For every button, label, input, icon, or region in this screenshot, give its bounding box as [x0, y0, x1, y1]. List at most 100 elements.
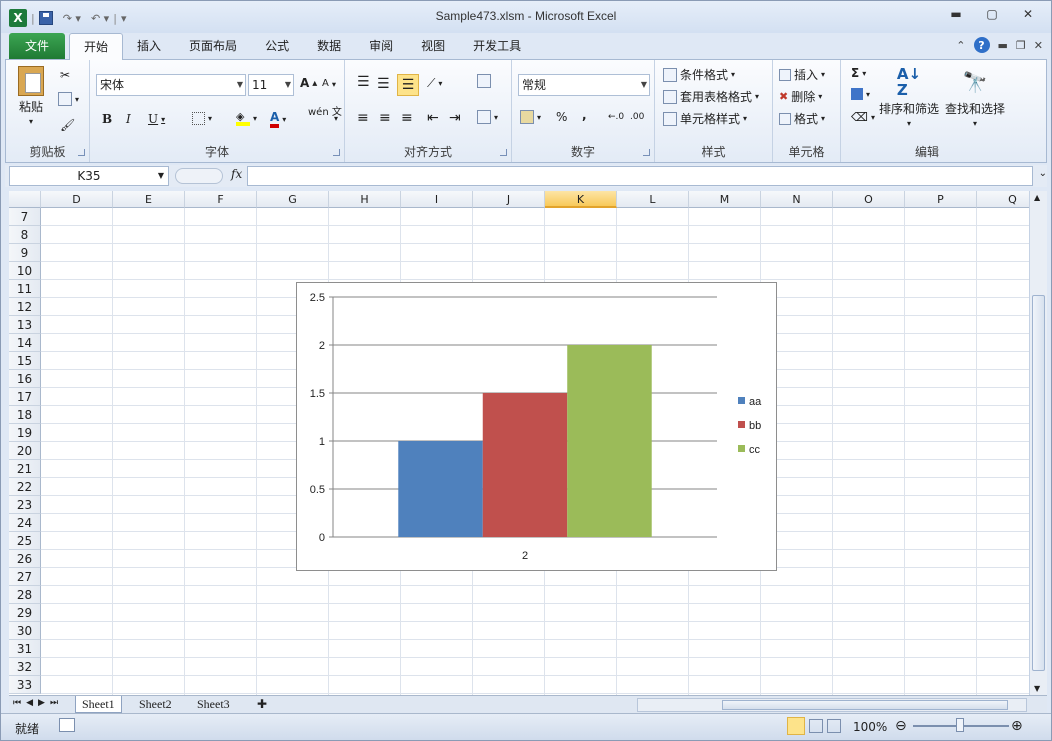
vertical-scroll-thumb[interactable]	[1032, 295, 1045, 671]
increase-decimal-icon[interactable]: ←.0	[608, 112, 624, 122]
fill-color-button[interactable]: ◈ ▾	[236, 110, 257, 126]
percent-button[interactable]: %	[556, 110, 567, 124]
format-cells-button[interactable]: 格式 ▾	[779, 110, 825, 127]
row-header-16[interactable]: 16	[9, 370, 41, 388]
row-header-20[interactable]: 20	[9, 442, 41, 460]
close-button[interactable]: ✕	[1013, 7, 1043, 25]
number-launcher-icon[interactable]	[643, 149, 650, 156]
horizontal-scroll-thumb[interactable]	[722, 700, 1008, 710]
scroll-up-icon[interactable]: ▲	[1034, 193, 1040, 202]
formula-input[interactable]	[247, 166, 1033, 186]
collapse-ribbon-icon[interactable]: ⌃	[956, 39, 965, 52]
row-header-33[interactable]: 33	[9, 676, 41, 694]
row-header-8[interactable]: 8	[9, 226, 41, 244]
font-size-combo[interactable]: 11 ▼	[248, 74, 294, 96]
increase-indent-icon[interactable]: ⇥	[449, 110, 461, 126]
align-bottom-icon[interactable]: ☰	[397, 74, 419, 96]
row-header-18[interactable]: 18	[9, 406, 41, 424]
tab-formulas[interactable]: 公式	[251, 33, 303, 59]
scroll-down-icon[interactable]: ▼	[1034, 684, 1040, 693]
name-box[interactable]: K35 ▼	[9, 166, 169, 186]
row-header-14[interactable]: 14	[9, 334, 41, 352]
clipboard-launcher-icon[interactable]	[78, 149, 85, 156]
vertical-scrollbar[interactable]: ▲ ▼	[1029, 191, 1047, 695]
row-header-17[interactable]: 17	[9, 388, 41, 406]
paste-button[interactable]: 粘贴 ▾	[18, 66, 44, 126]
column-header-i[interactable]: I	[401, 191, 473, 208]
comma-button[interactable]: ,	[582, 108, 587, 122]
row-header-32[interactable]: 32	[9, 658, 41, 676]
cell-styles-button[interactable]: 单元格样式 ▾	[663, 110, 747, 127]
help-icon[interactable]: ?	[973, 37, 990, 53]
column-header-h[interactable]: H	[329, 191, 401, 208]
column-header-n[interactable]: N	[761, 191, 833, 208]
row-header-12[interactable]: 12	[9, 298, 41, 316]
shrink-font-button[interactable]: A ▾	[322, 78, 336, 89]
align-right-icon[interactable]: ≡	[401, 110, 413, 126]
row-header-21[interactable]: 21	[9, 460, 41, 478]
doc-restore-icon[interactable]: ❐	[1016, 39, 1026, 52]
row-header-31[interactable]: 31	[9, 640, 41, 658]
maximize-button[interactable]: ▢	[977, 7, 1007, 25]
bar-chart[interactable]: 0 0.5 1 1.5 2 2.5 2 aa bb cc	[296, 282, 777, 571]
autosum-button[interactable]: Σ ▾	[851, 66, 866, 80]
copy-icon[interactable]: ▾	[58, 92, 79, 106]
insert-function-button[interactable]: fx	[231, 167, 242, 181]
normal-view-icon[interactable]	[787, 717, 805, 735]
row-header-28[interactable]: 28	[9, 586, 41, 604]
sheet-tab-3[interactable]: Sheet3	[191, 696, 236, 713]
zoom-slider-thumb[interactable]	[956, 718, 964, 732]
sort-filter-button[interactable]: A↓ Z 排序和筛选 ▾	[879, 66, 939, 128]
sheet-tab-1[interactable]: Sheet1	[75, 696, 122, 713]
cut-icon[interactable]: ✂	[60, 68, 70, 82]
bold-button[interactable]: B	[102, 112, 112, 126]
column-header-p[interactable]: P	[905, 191, 977, 208]
tab-view[interactable]: 视图	[407, 33, 459, 59]
row-header-13[interactable]: 13	[9, 316, 41, 334]
sheet-nav-icon[interactable]: ⏮◀▶⏭	[13, 698, 63, 708]
tab-developer[interactable]: 开发工具	[459, 33, 535, 59]
row-header-24[interactable]: 24	[9, 514, 41, 532]
conditional-format-button[interactable]: 条件格式 ▾	[663, 66, 735, 83]
row-header-7[interactable]: 7	[9, 208, 41, 226]
row-header-29[interactable]: 29	[9, 604, 41, 622]
column-header-d[interactable]: D	[41, 191, 113, 208]
row-header-11[interactable]: 11	[9, 280, 41, 298]
insert-cells-button[interactable]: 插入 ▾	[779, 66, 825, 83]
select-all-corner[interactable]	[9, 191, 41, 208]
tab-insert[interactable]: 插入	[123, 33, 175, 59]
row-header-23[interactable]: 23	[9, 496, 41, 514]
expand-formula-icon[interactable]: ⌄	[1039, 168, 1047, 179]
minimize-button[interactable]: ▬	[941, 7, 971, 25]
align-middle-icon[interactable]: ☰	[377, 76, 390, 92]
accounting-format-icon[interactable]: ▾	[520, 110, 541, 124]
tab-file[interactable]: 文件	[9, 33, 66, 59]
column-header-j[interactable]: J	[473, 191, 545, 208]
row-header-9[interactable]: 9	[9, 244, 41, 262]
sheet-tab-2[interactable]: Sheet2	[133, 696, 178, 713]
tab-page-layout[interactable]: 页面布局	[175, 33, 251, 59]
tab-data[interactable]: 数据	[303, 33, 355, 59]
font-color-button[interactable]: A ▾	[270, 110, 286, 128]
column-header-e[interactable]: E	[113, 191, 185, 208]
row-header-19[interactable]: 19	[9, 424, 41, 442]
merge-center-icon[interactable]: ▾	[477, 110, 498, 124]
zoom-out-icon[interactable]: ⊖	[895, 718, 907, 734]
row-header-26[interactable]: 26	[9, 550, 41, 568]
column-header-m[interactable]: M	[689, 191, 761, 208]
alignment-launcher-icon[interactable]	[500, 149, 507, 156]
page-layout-view-icon[interactable]	[809, 719, 823, 733]
row-header-25[interactable]: 25	[9, 532, 41, 550]
delete-cells-button[interactable]: ✖ 删除 ▾	[779, 88, 822, 105]
underline-button[interactable]: U ▾	[148, 112, 165, 126]
fill-button[interactable]: ▾	[851, 88, 870, 100]
font-name-combo[interactable]: 宋体 ▼	[96, 74, 246, 96]
grow-font-button[interactable]: A ▴	[300, 76, 317, 90]
decrease-indent-icon[interactable]: ⇤	[427, 110, 439, 126]
doc-minimize-icon[interactable]: ▬	[998, 39, 1008, 52]
column-header-l[interactable]: L	[617, 191, 689, 208]
align-center-icon[interactable]: ≡	[379, 110, 391, 126]
border-button[interactable]: ▾	[192, 112, 212, 125]
italic-button[interactable]: I	[126, 112, 131, 126]
zoom-in-icon[interactable]: ⊕	[1011, 718, 1023, 734]
